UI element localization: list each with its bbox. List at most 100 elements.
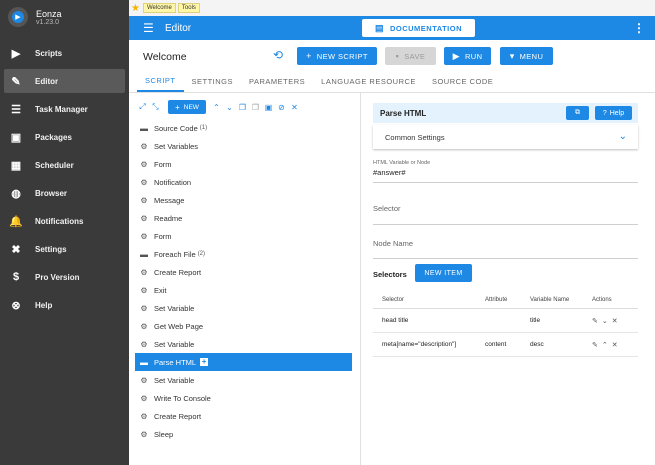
edit-icon[interactable]: ✎ (592, 317, 598, 325)
move-up-icon[interactable]: ⌃ (211, 103, 222, 112)
cut-icon[interactable]: ❐ (250, 103, 261, 112)
tree-item[interactable]: ▬ Parse HTML + (135, 353, 352, 371)
selectors-label: Selectors (373, 270, 407, 279)
tab-language-resource[interactable]: LANGUAGE RESOURCE (313, 70, 424, 92)
html-variable-field[interactable]: HTML Variable or Node #answer# (373, 160, 638, 183)
tree-item-label: Get Web Page (154, 321, 204, 331)
table-row[interactable]: meta[name="description"] content desc ✎ … (373, 333, 638, 357)
sidebar-item-label: Task Manager (35, 104, 88, 114)
globe-icon: ◍ (11, 187, 21, 200)
tree-item-label: Readme (154, 213, 183, 223)
new-script-button[interactable]: + NEW SCRIPT (297, 47, 377, 65)
tree-item-label: Set Variable (154, 303, 195, 313)
dollar-icon: $ (12, 271, 20, 283)
new-script-label: NEW SCRIPT (316, 51, 368, 61)
help-button[interactable]: ? Help (595, 106, 632, 120)
new-command-button[interactable]: + NEW (168, 100, 206, 114)
move-down-icon[interactable]: ⌄ (602, 317, 608, 325)
delete-icon[interactable]: ✕ (289, 103, 300, 112)
selector-field[interactable]: Selector (373, 204, 638, 225)
cell-variable: desc (530, 341, 544, 348)
gear-icon: ⚙ (140, 429, 148, 439)
sidebar-item-help[interactable]: ⊗ Help (4, 293, 125, 317)
history-icon[interactable]: ⟲ (273, 48, 283, 62)
node-name-placeholder: Node Name (373, 239, 414, 248)
move-down-icon[interactable]: ⌄ (224, 103, 235, 112)
new-item-button[interactable]: NEW ITEM (415, 264, 472, 282)
cell-selector: meta[name="description"] (382, 341, 457, 348)
command-title: Parse HTML (380, 108, 427, 118)
hamburger-menu-icon[interactable]: ☰ (143, 21, 159, 35)
sidebar-item-label: Editor (35, 76, 59, 86)
edit-icon[interactable]: ✎ (592, 341, 598, 349)
tabs-divider (129, 92, 655, 93)
sidebar: ▶ Eonza v1.23.0 ▶ Scripts ✎ Editor ☰ Task Man… (0, 0, 129, 465)
open-in-new-button[interactable]: ⧉ (566, 106, 589, 120)
add-child-icon[interactable]: + (200, 358, 209, 366)
open-tab-tools[interactable]: Tools (177, 3, 200, 13)
gear-icon: ⚙ (140, 303, 148, 313)
expand-all-icon[interactable]: ⤢ (137, 102, 148, 112)
tree-item[interactable]: ⚙ Create Report (135, 407, 352, 425)
tree-item[interactable]: ⚙ Create Report (135, 263, 352, 281)
disable-icon[interactable]: ⊘ (276, 103, 287, 112)
tree-item[interactable]: ⚙ Set Variable (135, 299, 352, 317)
tree-item[interactable]: ⚙ Readme (135, 209, 352, 227)
sidebar-item-scheduler[interactable]: ▦ Scheduler (4, 153, 125, 177)
tree-item[interactable]: ⚙ Form (135, 155, 352, 173)
tree-item[interactable]: ⚙ Set Variables (135, 137, 352, 155)
open-tab-welcome[interactable]: Welcome (143, 3, 176, 13)
tab-parameters[interactable]: PARAMETERS (241, 70, 313, 92)
tree-item-label: Foreach File (154, 249, 196, 259)
sidebar-item-label: Notifications (35, 216, 84, 226)
tab-script[interactable]: SCRIPT (137, 70, 184, 92)
tree-item[interactable]: ▬ Source Code (1) (135, 119, 352, 137)
documentation-button[interactable]: ▤ DOCUMENTATION (362, 19, 475, 37)
tree-item[interactable]: ⚙ Write To Console (135, 389, 352, 407)
save-button[interactable]: ▪ SAVE (385, 47, 436, 65)
copy-icon[interactable]: ❐ (237, 103, 248, 112)
tab-settings[interactable]: SETTINGS (184, 70, 242, 92)
sidebar-item-settings[interactable]: ✖ Settings (4, 237, 125, 261)
chevron-down-icon: ▾ (509, 50, 515, 61)
tree-item[interactable]: ▬ Foreach File (2) (135, 245, 352, 263)
tab-source-code[interactable]: SOURCE CODE (424, 70, 501, 92)
tree-item-label: Write To Console (154, 393, 211, 403)
tree-item[interactable]: ⚙ Sleep (135, 425, 352, 443)
sidebar-item-editor[interactable]: ✎ Editor (4, 69, 125, 93)
tree-item[interactable]: ⚙ Set Variable (135, 371, 352, 389)
move-up-icon[interactable]: ⌃ (602, 341, 608, 349)
save-icon: ▪ (395, 51, 400, 61)
tree-item[interactable]: ⚙ Get Web Page (135, 317, 352, 335)
sidebar-item-task-manager[interactable]: ☰ Task Manager (4, 97, 125, 121)
column-header-attribute: Attribute (485, 296, 508, 303)
delete-icon[interactable]: ✕ (612, 317, 618, 325)
paste-icon[interactable]: ▣ (263, 103, 274, 112)
sidebar-item-browser[interactable]: ◍ Browser (4, 181, 125, 205)
table-row[interactable]: head title title ✎ ⌄ ✕ (373, 309, 638, 333)
open-scripts-strip: ★ Welcome Tools (129, 0, 655, 16)
sidebar-item-packages[interactable]: ▣ Packages (4, 125, 125, 149)
delete-icon[interactable]: ✕ (612, 341, 618, 349)
tree-item[interactable]: ⚙ Exit (135, 281, 352, 299)
star-icon[interactable]: ★ (131, 3, 143, 14)
tree-item[interactable]: ⚙ Form (135, 227, 352, 245)
collapse-all-icon[interactable]: ⤡ (150, 102, 161, 112)
run-button[interactable]: ▶ RUN (444, 47, 491, 65)
sidebar-item-label: Browser (35, 188, 68, 198)
calendar-icon: ▦ (10, 159, 22, 172)
tree-item[interactable]: ⚙ Notification (135, 173, 352, 191)
sidebar-item-notifications[interactable]: 🔔 Notifications (4, 209, 125, 233)
tree-item[interactable]: ⚙ Set Variable (135, 335, 352, 353)
more-vert-icon[interactable]: ⋮ (633, 21, 645, 35)
sidebar-item-scripts[interactable]: ▶ Scripts (4, 41, 125, 65)
plus-icon: + (306, 51, 312, 61)
menu-button[interactable]: ▾ MENU (500, 47, 553, 65)
node-name-field[interactable]: Node Name (373, 239, 638, 259)
app-bar-title: Editor (165, 22, 192, 34)
tree-item-label: Notification (154, 177, 192, 187)
sidebar-item-pro-version[interactable]: $ Pro Version (4, 265, 125, 289)
tree-item[interactable]: ⚙ Message (135, 191, 352, 209)
common-settings-expander[interactable]: Common Settings ⌄ (373, 125, 638, 149)
selector-placeholder: Selector (373, 204, 401, 213)
